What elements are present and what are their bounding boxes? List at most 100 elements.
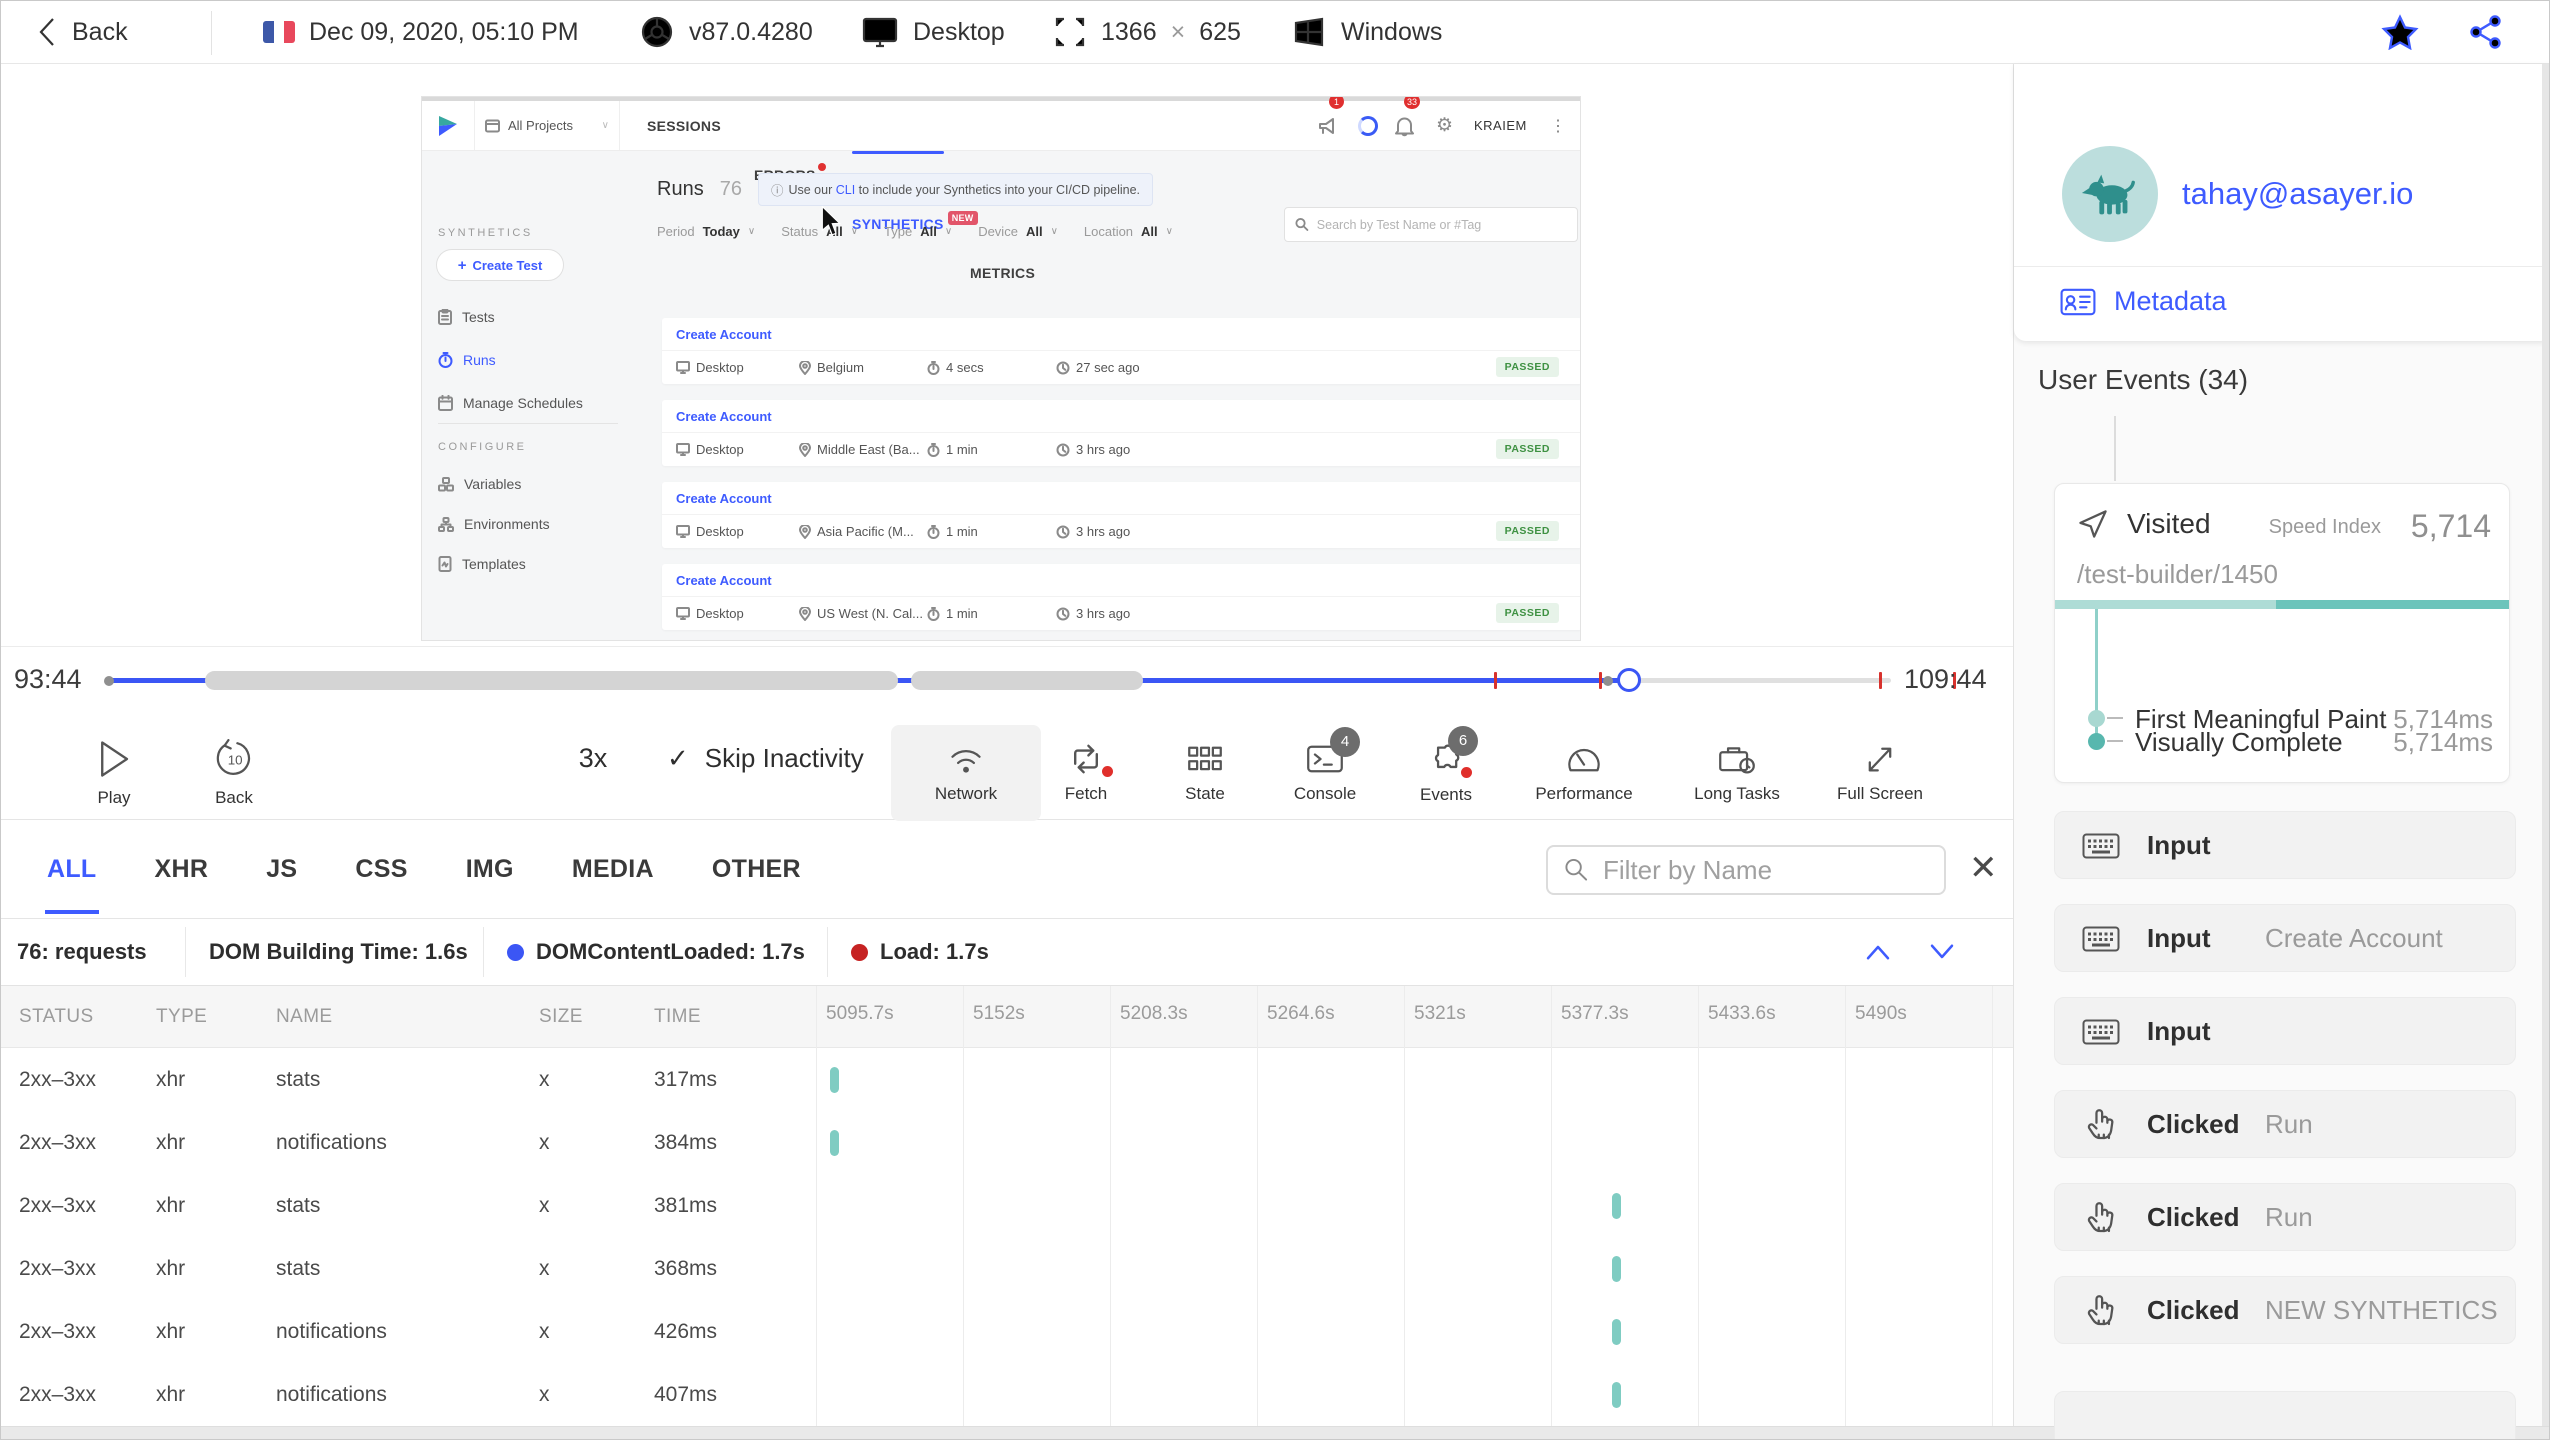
timeline-playhead[interactable] bbox=[1617, 668, 1642, 692]
runs-title: Runs bbox=[657, 178, 704, 200]
pointer-icon bbox=[2081, 1105, 2121, 1145]
user-event-card[interactable]: Input bbox=[2054, 997, 2516, 1065]
domcontentloaded-stat: DOMContentLoaded: 1.7s bbox=[507, 919, 805, 985]
svg-text:10: 10 bbox=[228, 752, 243, 767]
user-email: tahay@asayer.io bbox=[2182, 176, 2414, 211]
visited-event-card[interactable]: Visited Speed Index 5,714 /test-builder/… bbox=[2054, 483, 2510, 783]
sidebar-item-runs: Runs bbox=[438, 352, 496, 368]
chevron-down-icon[interactable] bbox=[1927, 942, 1957, 962]
bell-icon: 33 bbox=[1394, 97, 1421, 150]
metadata-button[interactable]: Metadata bbox=[2060, 286, 2227, 317]
user-event-card[interactable]: Clicked Run bbox=[2054, 1090, 2516, 1158]
network-tab[interactable]: XHR bbox=[153, 825, 211, 914]
recorded-user-menu: KRAIEM bbox=[1474, 118, 1527, 133]
performance-gauge-icon bbox=[1568, 748, 1600, 771]
avatar bbox=[2062, 146, 2158, 242]
gear-icon: ⚙ bbox=[1436, 115, 1454, 136]
clock-icon bbox=[1056, 525, 1070, 538]
inactivity-bar bbox=[205, 671, 899, 690]
skip-inactivity-toggle[interactable]: ✓ Skip Inactivity bbox=[667, 743, 864, 774]
network-request-row[interactable]: 2xx–3xx xhr notifications x 407ms bbox=[1, 1363, 2013, 1426]
resolution-info: 1366 × 625 bbox=[1053, 1, 1241, 63]
panel-button-events[interactable]: 6 Events bbox=[1371, 725, 1521, 821]
network-tab[interactable]: IMG bbox=[464, 825, 516, 914]
sidebar-scrollbar[interactable] bbox=[2542, 64, 2549, 1426]
event-tick bbox=[1493, 672, 1497, 689]
chevron-up-icon[interactable] bbox=[1863, 942, 1893, 962]
resolution-brackets-icon bbox=[1055, 17, 1085, 47]
network-request-row[interactable]: 2xx–3xx xhr stats x 317ms bbox=[1, 1048, 2013, 1111]
speed-toggle[interactable]: 3x bbox=[553, 743, 633, 774]
topbar: Back Dec 09, 2020, 05:10 PM v87.0.4280 D… bbox=[1, 1, 2549, 64]
share-icon bbox=[2470, 15, 2501, 49]
windows-icon bbox=[1294, 17, 1324, 47]
monitor-icon bbox=[862, 17, 898, 48]
console-badge: 4 bbox=[1330, 726, 1360, 757]
panel-button-full-screen[interactable]: Full Screen bbox=[1805, 725, 1955, 821]
timeline-track[interactable] bbox=[104, 668, 1957, 692]
monitor-icon bbox=[676, 443, 690, 456]
replay-stage[interactable]: All Projects ∨ SESSIONS ERRORS SYNTHETIC… bbox=[1, 64, 2013, 646]
user-events-title: User Events (34) bbox=[2038, 364, 2249, 395]
runs-filters: Period Today ∨ Status All ∨ Type All ∨ D… bbox=[657, 213, 1173, 249]
sidebar-item-tests: Tests bbox=[438, 309, 495, 325]
panel-button-performance[interactable]: Performance bbox=[1509, 725, 1659, 821]
network-request-row[interactable]: 2xx–3xx xhr notifications x 426ms bbox=[1, 1300, 2013, 1363]
network-table-header: STATUS TYPE NAME SIZE TIME bbox=[1, 986, 2013, 1048]
long-tasks-icon bbox=[1719, 746, 1755, 774]
requests-count: 76: requests bbox=[17, 939, 147, 964]
network-request-row[interactable]: 2xx–3xx xhr notifications x 384ms bbox=[1, 1111, 2013, 1174]
favorite-button[interactable] bbox=[2381, 1, 2419, 63]
network-tab[interactable]: JS bbox=[264, 825, 299, 914]
chevron-down-icon: ∨ bbox=[1050, 225, 1058, 237]
metric-dot bbox=[2088, 710, 2105, 727]
recorded-runs-page: Runs 76 ⓘ Use our CLI to include your Sy… bbox=[634, 151, 1580, 640]
chevron-down-icon: ∨ bbox=[747, 225, 756, 237]
user-event-card[interactable]: Input bbox=[2054, 811, 2516, 879]
event-card-partial[interactable] bbox=[2054, 1391, 2516, 1439]
loading-spinner-icon bbox=[1358, 101, 1378, 150]
panel-button-long-tasks[interactable]: Long Tasks bbox=[1662, 725, 1812, 821]
network-tab[interactable]: CSS bbox=[353, 825, 409, 914]
back-10s-button[interactable]: 10 Back bbox=[159, 725, 309, 821]
network-summary-bar: 76: requests DOM Building Time: 1.6s DOM… bbox=[1, 919, 2013, 986]
col-name: NAME bbox=[276, 1005, 333, 1027]
user-event-card[interactable]: Clicked NEW SYNTHETICS bbox=[2054, 1276, 2516, 1344]
search-icon bbox=[1565, 858, 1588, 881]
stopwatch-icon bbox=[927, 524, 940, 539]
network-filter-input[interactable] bbox=[1603, 854, 1928, 886]
back-button[interactable]: Back bbox=[36, 1, 128, 63]
metric-visually-complete: Visually Complete 5,714ms bbox=[2055, 727, 2509, 757]
clock-icon bbox=[1056, 443, 1070, 456]
full-screen-icon bbox=[1868, 747, 1892, 771]
col-size: SIZE bbox=[539, 1005, 583, 1027]
share-button[interactable] bbox=[2467, 1, 2505, 63]
keyboard-icon bbox=[2081, 1012, 2121, 1052]
clock-icon bbox=[1056, 361, 1070, 374]
network-request-row[interactable]: 2xx–3xx xhr stats x 381ms bbox=[1, 1174, 2013, 1237]
user-event-card[interactable]: Input Create Account bbox=[2054, 904, 2516, 972]
chevron-down-icon: ∨ bbox=[944, 225, 953, 237]
timeline-dot bbox=[104, 675, 114, 686]
status-badge: PASSED bbox=[1495, 357, 1559, 377]
speed-index-label: Speed Index bbox=[2268, 516, 2381, 538]
speed-progress-bar bbox=[2055, 600, 2509, 609]
visited-label: Visited bbox=[2127, 508, 2211, 539]
network-tab[interactable]: MEDIA bbox=[570, 825, 656, 914]
location-pin-icon bbox=[799, 360, 811, 375]
network-tab[interactable]: ALL bbox=[45, 825, 99, 914]
pointer-icon bbox=[2081, 1291, 2121, 1331]
status-badge: PASSED bbox=[1495, 521, 1559, 541]
close-panel-icon[interactable]: ✕ bbox=[1969, 848, 1998, 888]
col-time: TIME bbox=[654, 1005, 701, 1027]
network-request-row[interactable]: 2xx–3xx xhr stats x 368ms bbox=[1, 1237, 2013, 1300]
network-filter-box[interactable] bbox=[1546, 845, 1946, 895]
stopwatch-icon bbox=[927, 442, 940, 457]
resolution-height: 625 bbox=[1199, 17, 1241, 46]
state-grid-icon bbox=[1188, 746, 1222, 770]
kebab-menu-icon: ⋮ bbox=[1550, 117, 1566, 135]
user-event-card[interactable]: Clicked Run bbox=[2054, 1183, 2516, 1251]
network-tab[interactable]: OTHER bbox=[710, 825, 803, 914]
runs-search-input bbox=[1316, 217, 1567, 232]
keyboard-icon bbox=[2081, 826, 2121, 866]
